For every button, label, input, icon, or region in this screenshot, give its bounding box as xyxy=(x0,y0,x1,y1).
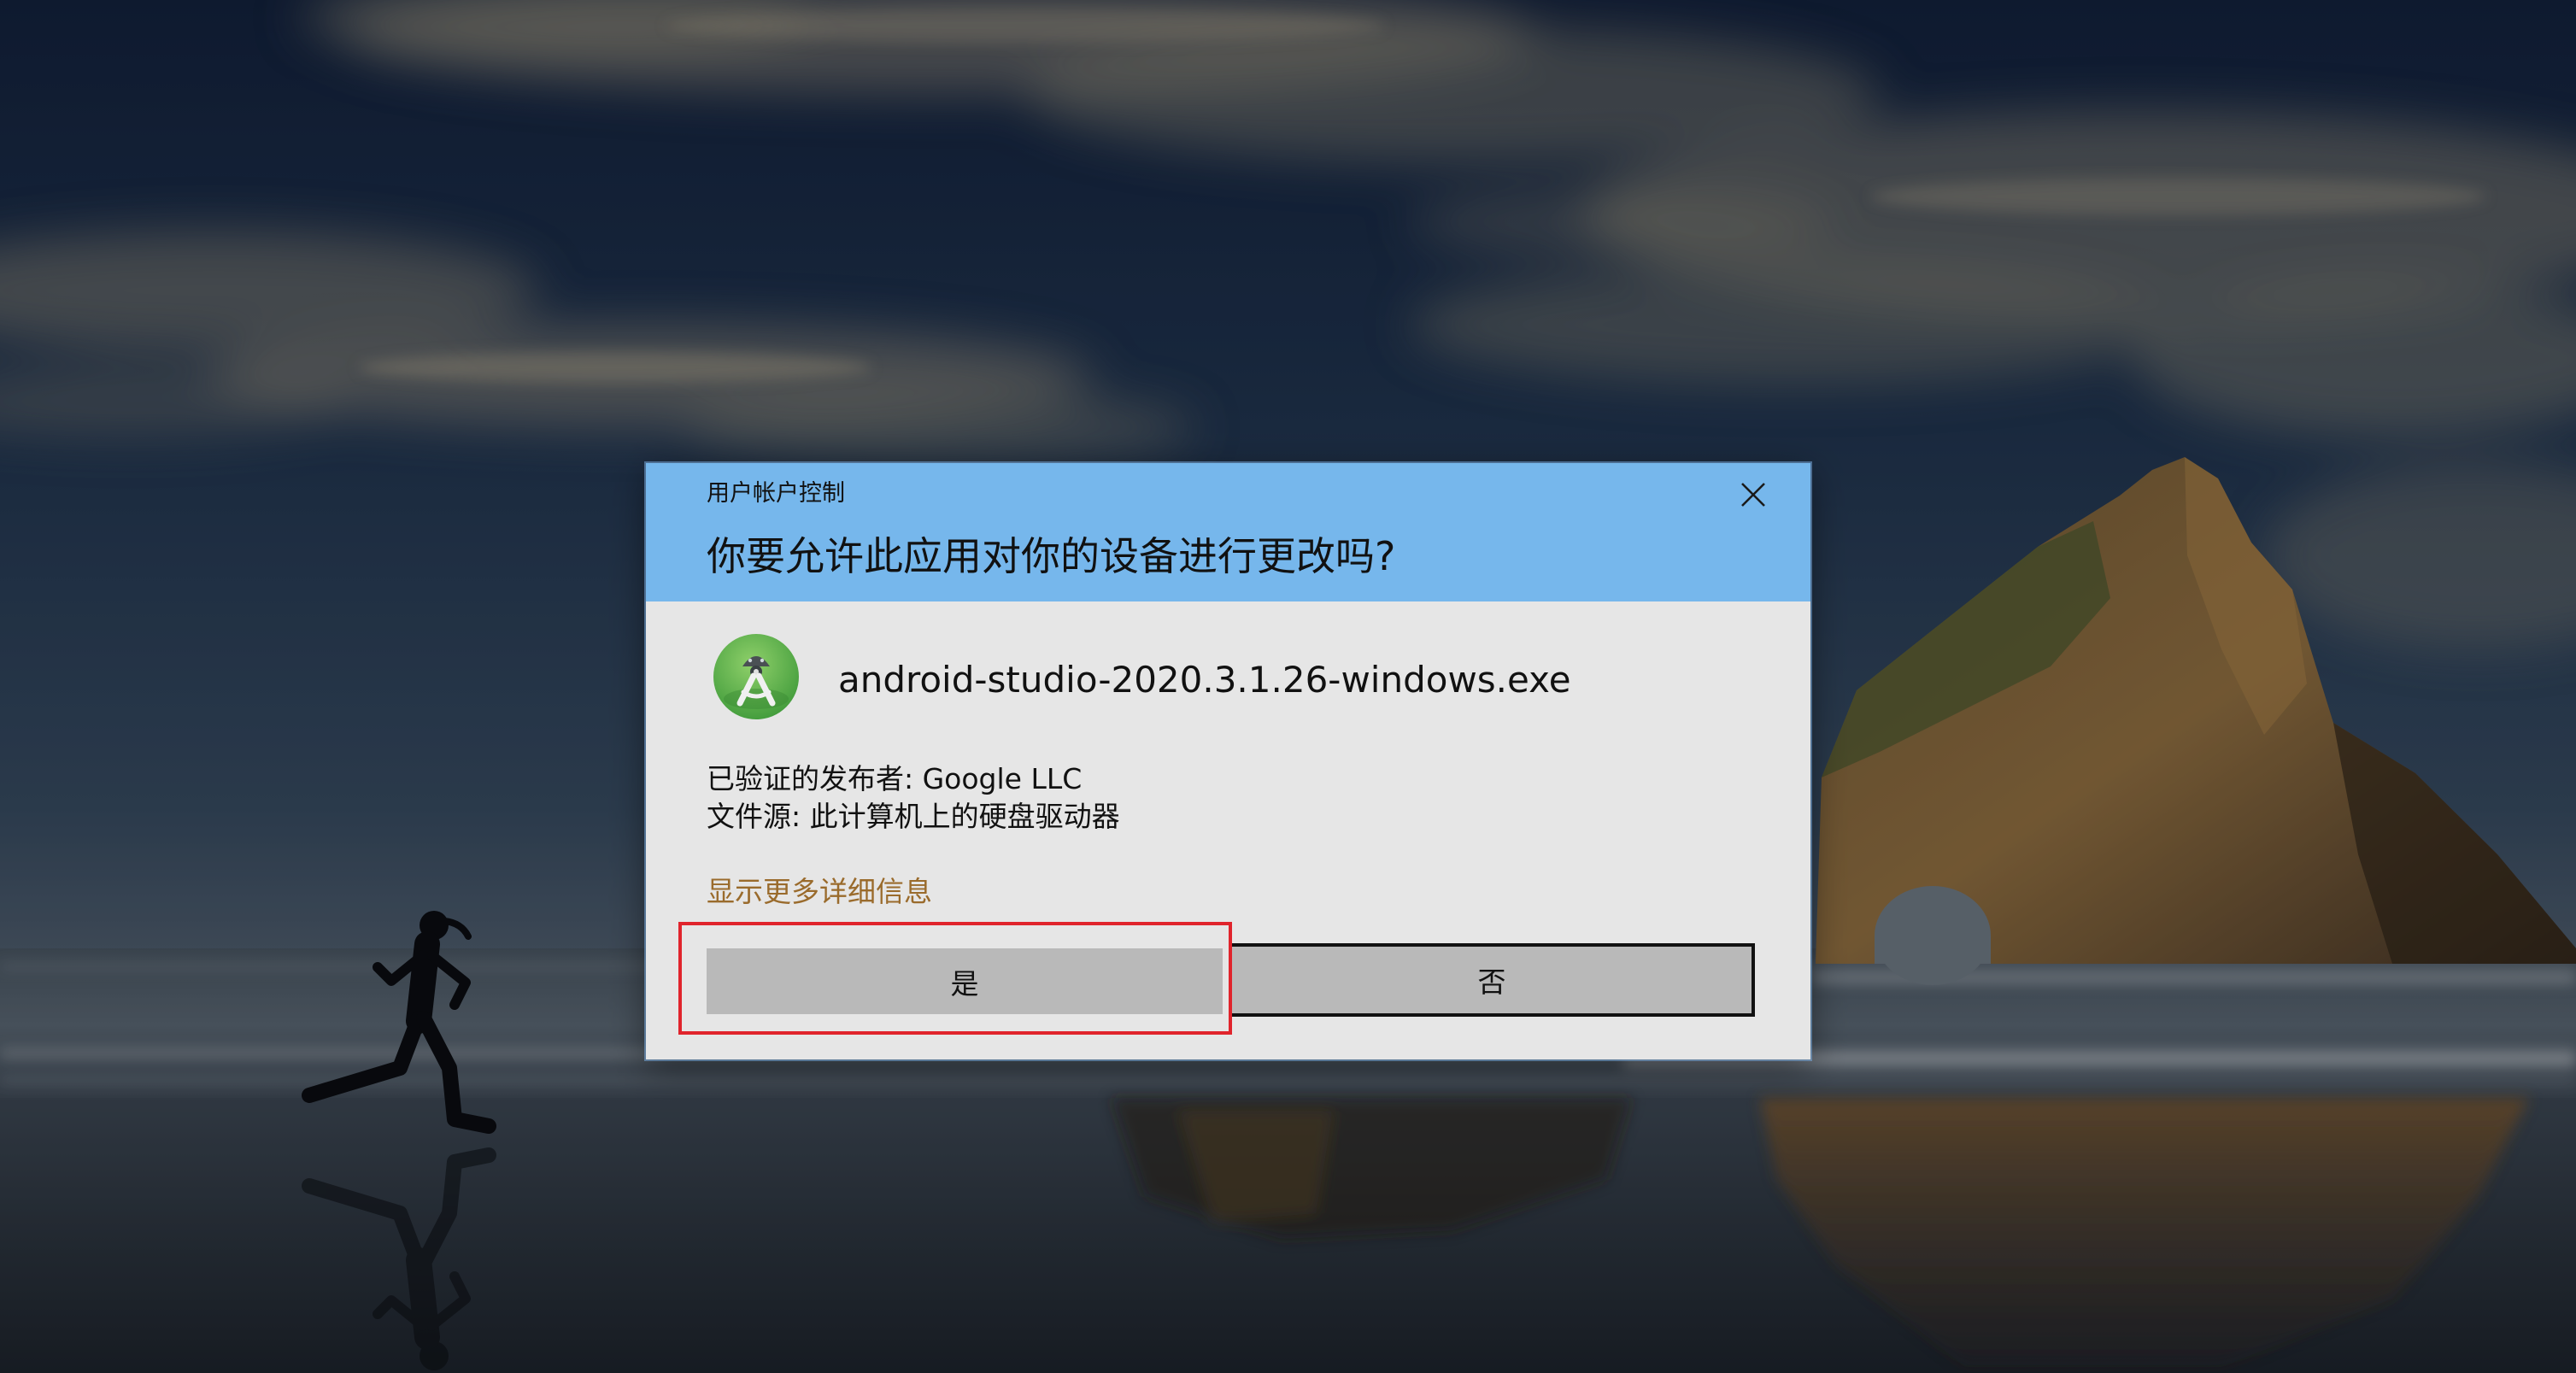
close-button[interactable] xyxy=(1729,472,1777,518)
android-studio-icon xyxy=(713,634,799,719)
close-icon xyxy=(1741,483,1765,507)
no-button[interactable]: 否 xyxy=(1229,943,1755,1017)
yes-button[interactable]: 是 xyxy=(707,948,1223,1014)
app-name: android-studio-2020.3.1.26-windows.exe xyxy=(838,659,1571,701)
verified-publisher: 已验证的发布者: Google LLC xyxy=(707,762,1083,795)
file-source: 文件源: 此计算机上的硬盘驱动器 xyxy=(707,800,1120,833)
dialog-question: 你要允许此应用对你的设备进行更改吗? xyxy=(707,533,1396,579)
uac-dialog: 用户帐户控制 你要允许此应用对你的设备进行更改吗? android-studio… xyxy=(646,463,1810,1059)
window-title: 用户帐户控制 xyxy=(707,480,845,507)
dialog-header: 用户帐户控制 你要允许此应用对你的设备进行更改吗? xyxy=(646,463,1810,601)
show-more-details-link[interactable]: 显示更多详细信息 xyxy=(707,875,932,909)
